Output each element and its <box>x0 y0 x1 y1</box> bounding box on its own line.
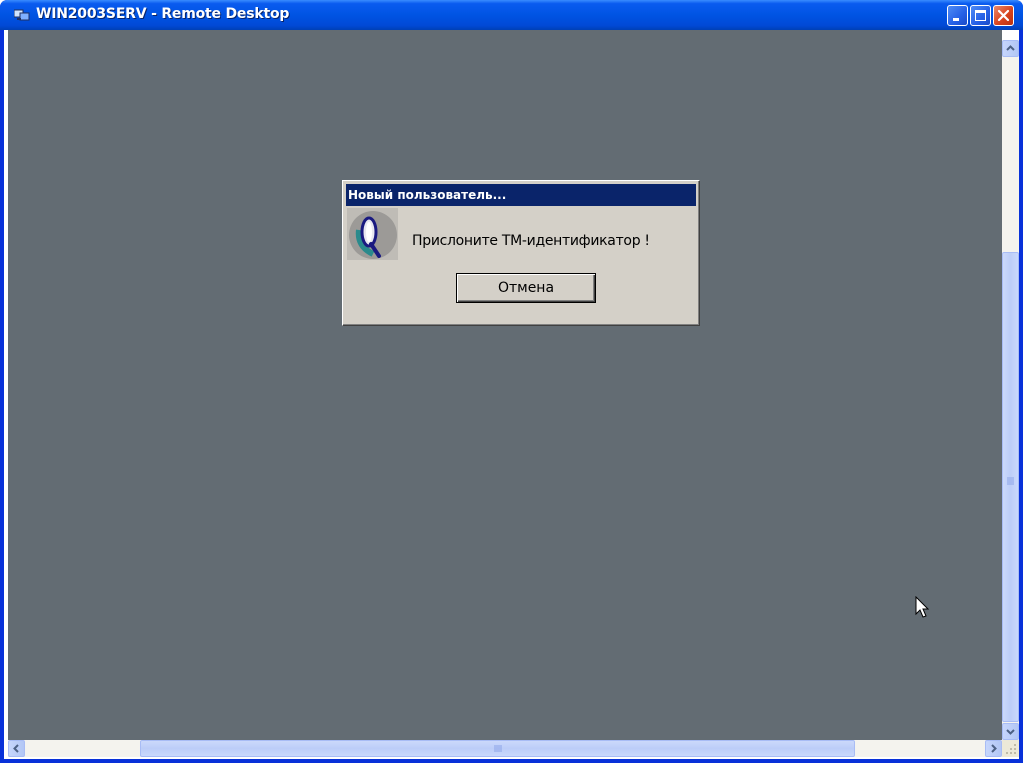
grip-icon <box>494 745 502 752</box>
dialog-title: Новый пользователь... <box>348 188 507 202</box>
maximize-icon <box>975 10 986 21</box>
remote-desktop-icon <box>14 9 30 21</box>
client-area <box>4 30 1019 759</box>
chevron-down-icon <box>1006 729 1015 735</box>
close-button[interactable] <box>993 5 1014 26</box>
new-user-dialog: Новый пользователь... Прислоните ТМ-иден… <box>342 180 700 326</box>
remote-desktop-window: WIN2003SERV - Remote Desktop Новый польз… <box>0 0 1023 763</box>
vertical-scroll-thumb[interactable] <box>1002 252 1019 722</box>
touch-memory-reader-icon <box>347 208 398 260</box>
chevron-up-icon <box>1006 45 1015 51</box>
dialog-title-bar[interactable]: Новый пользователь... <box>346 184 696 206</box>
scroll-left-button[interactable] <box>8 740 25 757</box>
vertical-scrollbar[interactable] <box>1002 40 1019 740</box>
resize-grip-icon <box>1006 744 1016 754</box>
chevron-right-icon <box>991 744 997 753</box>
scroll-up-button[interactable] <box>1002 40 1019 57</box>
grip-icon <box>1007 477 1014 485</box>
horizontal-scrollbar[interactable] <box>8 740 1002 757</box>
chevron-left-icon <box>13 744 19 753</box>
close-icon <box>997 9 1010 22</box>
mouse-pointer-icon <box>915 596 930 618</box>
dialog-message: Прислоните ТМ-идентификатор ! <box>412 233 650 249</box>
maximize-button[interactable] <box>970 5 991 26</box>
scroll-right-button[interactable] <box>985 740 1002 757</box>
title-bar[interactable]: WIN2003SERV - Remote Desktop <box>0 0 1023 30</box>
minimize-icon <box>953 18 959 21</box>
size-grip[interactable] <box>1002 740 1019 757</box>
horizontal-scroll-thumb[interactable] <box>140 740 855 757</box>
window-title: WIN2003SERV - Remote Desktop <box>36 6 290 22</box>
minimize-button[interactable] <box>947 5 968 26</box>
scroll-down-button[interactable] <box>1002 723 1019 740</box>
remote-desktop-area[interactable] <box>8 30 1002 740</box>
cancel-button[interactable]: Отмена <box>456 273 596 303</box>
